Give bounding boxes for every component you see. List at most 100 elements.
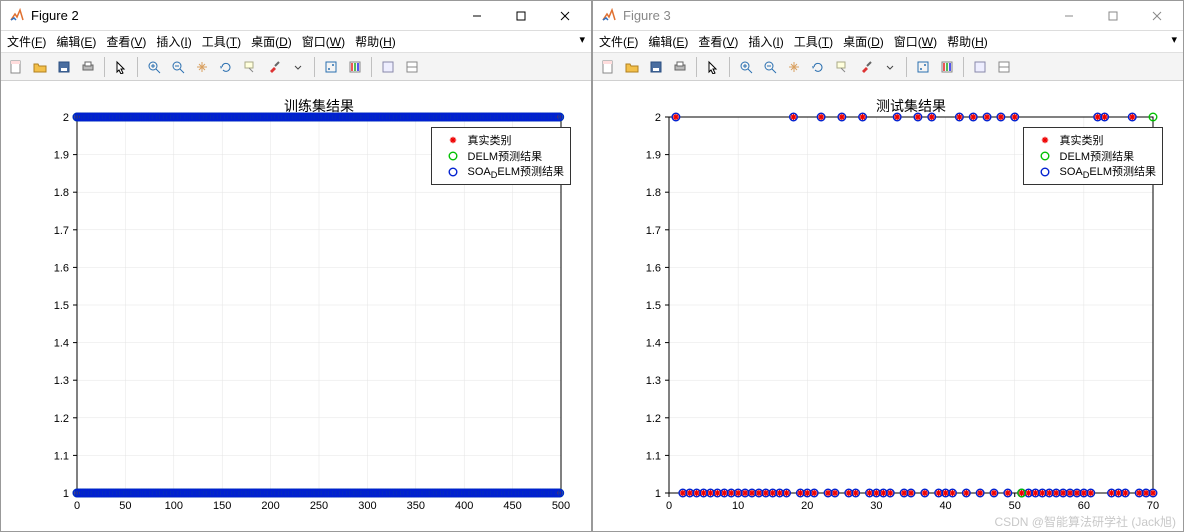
menu-help[interactable]: 帮助(H) <box>947 33 988 50</box>
zoom-in-icon[interactable] <box>735 56 757 78</box>
svg-text:1.2: 1.2 <box>54 413 69 425</box>
svg-text:1.4: 1.4 <box>54 338 69 350</box>
axes[interactable]: 01020304050607011.11.21.31.41.51.61.71.8… <box>593 81 1183 531</box>
svg-text:1.2: 1.2 <box>646 413 661 425</box>
svg-text:500: 500 <box>552 500 570 512</box>
titlebar[interactable]: Figure 3 <box>593 1 1183 31</box>
svg-text:2: 2 <box>63 112 69 124</box>
svg-text:200: 200 <box>261 500 279 512</box>
svg-text:1: 1 <box>63 488 69 500</box>
dropdown-icon[interactable] <box>287 56 309 78</box>
zoom-in-icon[interactable] <box>143 56 165 78</box>
link-icon[interactable] <box>320 56 342 78</box>
svg-text:450: 450 <box>503 500 521 512</box>
menubar: 文件(F) 编辑(E) 查看(V) 插入(I) 工具(T) 桌面(D) 窗口(W… <box>1 31 591 53</box>
zoom-out-icon[interactable] <box>759 56 781 78</box>
brush-icon[interactable] <box>855 56 877 78</box>
menu-window[interactable]: 窗口(W) <box>302 33 345 50</box>
print-icon[interactable] <box>77 56 99 78</box>
datatip-icon[interactable] <box>831 56 853 78</box>
layout1-icon[interactable] <box>377 56 399 78</box>
svg-text:1: 1 <box>655 488 661 500</box>
minimize-button[interactable] <box>1047 2 1091 30</box>
save-icon[interactable] <box>645 56 667 78</box>
minimize-button[interactable] <box>455 2 499 30</box>
menu-overflow-icon[interactable]: ▾ <box>579 33 585 46</box>
pointer-icon[interactable] <box>110 56 132 78</box>
legend-entry: 真实类别 <box>1030 132 1156 148</box>
new-icon[interactable] <box>5 56 27 78</box>
menu-file[interactable]: 文件(F) <box>7 33 46 50</box>
colorbar-icon[interactable] <box>936 56 958 78</box>
toolbar <box>1 53 591 81</box>
layout2-icon[interactable] <box>993 56 1015 78</box>
zoom-out-icon[interactable] <box>167 56 189 78</box>
layout2-icon[interactable] <box>401 56 423 78</box>
pointer-icon[interactable] <box>702 56 724 78</box>
svg-text:1.1: 1.1 <box>646 450 661 462</box>
svg-text:训练集结果: 训练集结果 <box>284 98 354 115</box>
menu-edit[interactable]: 编辑(E) <box>56 33 96 50</box>
svg-text:1.8: 1.8 <box>54 187 69 199</box>
menu-insert[interactable]: 插入(I) <box>156 33 191 50</box>
new-icon[interactable] <box>597 56 619 78</box>
brush-icon[interactable] <box>263 56 285 78</box>
svg-text:1.3: 1.3 <box>54 375 69 387</box>
legend-entry: SOADELM预测结果 <box>1030 164 1156 180</box>
rotate-icon[interactable] <box>807 56 829 78</box>
open-icon[interactable] <box>621 56 643 78</box>
svg-text:1.6: 1.6 <box>54 262 69 274</box>
datatip-icon[interactable] <box>239 56 261 78</box>
menu-tools[interactable]: 工具(T) <box>794 33 833 50</box>
legend-entry: DELM预测结果 <box>1030 148 1156 164</box>
sep <box>314 57 315 77</box>
close-button[interactable] <box>543 2 587 30</box>
link-icon[interactable] <box>912 56 934 78</box>
close-button[interactable] <box>1135 2 1179 30</box>
svg-text:0: 0 <box>74 500 80 512</box>
legend-entry: SOADELM预测结果 <box>438 164 564 180</box>
toolbar <box>593 53 1183 81</box>
pan-icon[interactable] <box>191 56 213 78</box>
titlebar[interactable]: Figure 2 <box>1 1 591 31</box>
colorbar-icon[interactable] <box>344 56 366 78</box>
svg-text:1.7: 1.7 <box>646 225 661 237</box>
menu-insert[interactable]: 插入(I) <box>748 33 783 50</box>
matlab-logo-icon <box>601 8 617 24</box>
menu-tools[interactable]: 工具(T) <box>202 33 241 50</box>
maximize-button[interactable] <box>1091 2 1135 30</box>
maximize-button[interactable] <box>499 2 543 30</box>
dropdown-icon[interactable] <box>879 56 901 78</box>
svg-text:100: 100 <box>165 500 183 512</box>
menu-view[interactable]: 查看(V) <box>698 33 738 50</box>
svg-text:20: 20 <box>801 500 813 512</box>
save-icon[interactable] <box>53 56 75 78</box>
sep <box>371 57 372 77</box>
menu-edit[interactable]: 编辑(E) <box>648 33 688 50</box>
menu-desktop[interactable]: 桌面(D) <box>251 33 292 50</box>
menubar: 文件(F) 编辑(E) 查看(V) 插入(I) 工具(T) 桌面(D) 窗口(W… <box>593 31 1183 53</box>
menu-desktop[interactable]: 桌面(D) <box>843 33 884 50</box>
menu-window[interactable]: 窗口(W) <box>894 33 937 50</box>
svg-text:300: 300 <box>358 500 376 512</box>
menu-view[interactable]: 查看(V) <box>106 33 146 50</box>
sep <box>137 57 138 77</box>
pan-icon[interactable] <box>783 56 805 78</box>
layout1-icon[interactable] <box>969 56 991 78</box>
axes[interactable]: 05010015020025030035040045050011.11.21.3… <box>1 81 591 531</box>
menu-overflow-icon[interactable]: ▾ <box>1171 33 1177 46</box>
menu-file[interactable]: 文件(F) <box>599 33 638 50</box>
rotate-icon[interactable] <box>215 56 237 78</box>
legend[interactable]: 真实类别DELM预测结果SOADELM预测结果 <box>431 127 571 185</box>
svg-text:0: 0 <box>666 500 672 512</box>
open-icon[interactable] <box>29 56 51 78</box>
svg-text:250: 250 <box>310 500 328 512</box>
menu-help[interactable]: 帮助(H) <box>355 33 396 50</box>
svg-text:10: 10 <box>732 500 744 512</box>
legend[interactable]: 真实类别DELM预测结果SOADELM预测结果 <box>1023 127 1163 185</box>
print-icon[interactable] <box>669 56 691 78</box>
svg-text:60: 60 <box>1078 500 1090 512</box>
legend-entry: DELM预测结果 <box>438 148 564 164</box>
sep <box>696 57 697 77</box>
svg-text:1.9: 1.9 <box>54 150 69 162</box>
